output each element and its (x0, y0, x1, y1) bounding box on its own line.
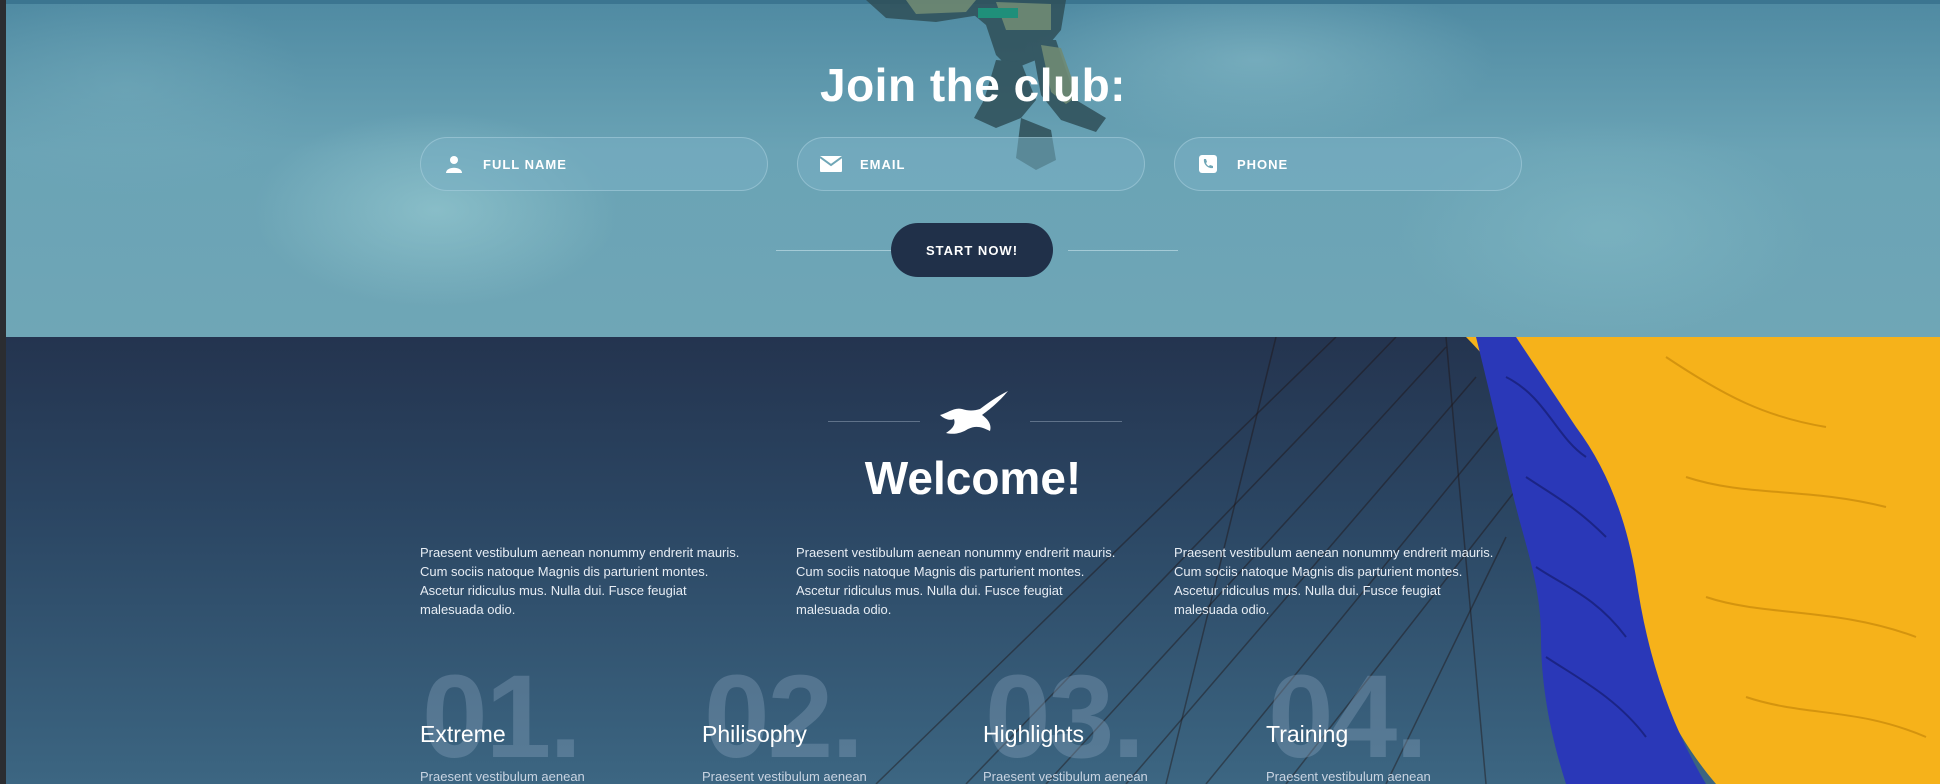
text-line: Praesent vestibulum aenean nonummy endre… (1174, 545, 1494, 560)
feature-philisophy: 02. Philisophy Praesent vestibulum aenea… (702, 657, 962, 784)
start-now-button[interactable]: START NOW! (891, 223, 1053, 277)
welcome-text-column: Praesent vestibulum aenean nonummy endre… (796, 543, 1136, 619)
text-line: malesuada odio. (1174, 602, 1270, 617)
full-name-field[interactable]: FULL NAME (420, 137, 768, 191)
feature-description: Praesent vestibulum aenean (983, 769, 1148, 784)
feature-number: 02. (704, 651, 864, 783)
text-line: Cum sociis natoque Magnis dis parturient… (420, 564, 709, 579)
envelope-icon (820, 153, 842, 175)
phone-placeholder: PHONE (1237, 156, 1289, 172)
text-line: malesuada odio. (420, 602, 516, 617)
join-club-title: Join the club: (820, 59, 1126, 111)
welcome-divider-right (1030, 421, 1122, 422)
user-icon (443, 153, 465, 175)
feature-title[interactable]: Extreme (420, 721, 506, 748)
welcome-text-column: Praesent vestibulum aenean nonummy endre… (1174, 543, 1514, 619)
join-club-section: Join the club: FULL NAME EMAIL PHONE STA… (6, 0, 1940, 337)
button-divider-left (776, 250, 896, 251)
email-field[interactable]: EMAIL (797, 137, 1145, 191)
full-name-placeholder: FULL NAME (483, 156, 567, 172)
text-line: Ascetur ridiculus mus. Nulla dui. Fusce … (420, 583, 687, 598)
feature-extreme: 01. Extreme Praesent vestibulum aenean (420, 657, 680, 784)
welcome-section: Welcome! Praesent vestibulum aenean nonu… (6, 337, 1940, 784)
button-divider-right (1068, 250, 1178, 251)
feature-title[interactable]: Philisophy (702, 721, 807, 748)
welcome-divider-left (828, 421, 920, 422)
welcome-text-column: Praesent vestibulum aenean nonummy endre… (420, 543, 760, 619)
feature-description: Praesent vestibulum aenean (702, 769, 867, 784)
feature-number: 03. (985, 651, 1145, 783)
text-line: Cum sociis natoque Magnis dis parturient… (1174, 564, 1463, 579)
feature-highlights: 03. Highlights Praesent vestibulum aenea… (983, 657, 1243, 784)
email-placeholder: EMAIL (860, 156, 906, 172)
feature-description: Praesent vestibulum aenean (1266, 769, 1431, 784)
text-line: Praesent vestibulum aenean nonummy endre… (420, 545, 740, 560)
text-line: Ascetur ridiculus mus. Nulla dui. Fusce … (1174, 583, 1441, 598)
text-line: Cum sociis natoque Magnis dis parturient… (796, 564, 1085, 579)
eagle-icon (940, 391, 1008, 434)
text-line: Ascetur ridiculus mus. Nulla dui. Fusce … (796, 583, 1063, 598)
feature-description: Praesent vestibulum aenean (420, 769, 585, 784)
feature-number: 01. (422, 651, 582, 783)
feature-title[interactable]: Training (1266, 721, 1348, 748)
text-line: Praesent vestibulum aenean nonummy endre… (796, 545, 1116, 560)
welcome-title: Welcome! (864, 452, 1082, 504)
feature-training: 04. Training Praesent vestibulum aenean (1266, 657, 1526, 784)
feature-number: 04. (1268, 651, 1428, 783)
phone-field[interactable]: PHONE (1174, 137, 1522, 191)
text-line: malesuada odio. (796, 602, 892, 617)
phone-icon (1197, 153, 1219, 175)
feature-title[interactable]: Highlights (983, 721, 1084, 748)
page: Join the club: FULL NAME EMAIL PHONE STA… (6, 0, 1940, 784)
